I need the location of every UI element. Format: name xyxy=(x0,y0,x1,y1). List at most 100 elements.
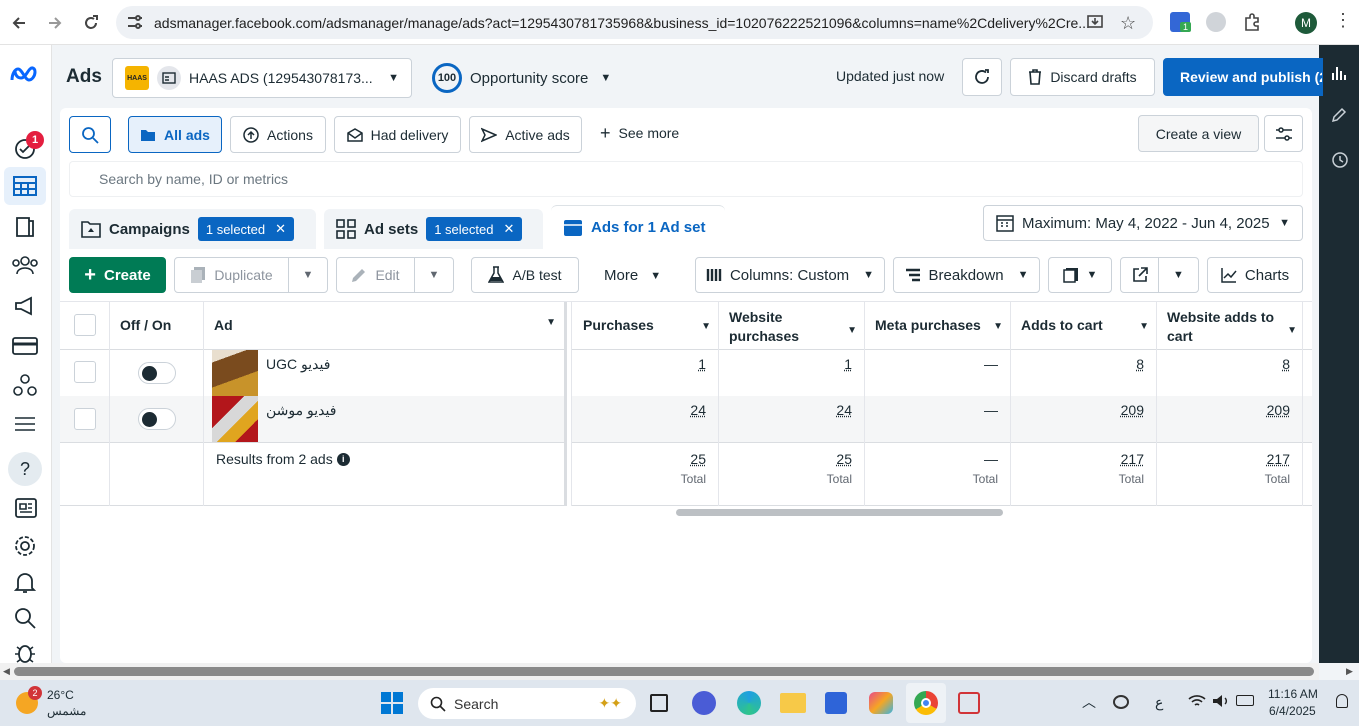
reload-icon[interactable] xyxy=(80,12,102,34)
duplicate-dropdown[interactable]: ▼ xyxy=(288,257,328,293)
notification-bell-icon[interactable] xyxy=(1336,694,1348,708)
ad-thumbnail[interactable] xyxy=(212,396,258,442)
edge-browser-icon[interactable] xyxy=(737,691,761,715)
campaigns-selected-badge[interactable]: 1 selected ✕ xyxy=(197,217,295,241)
meta-logo-icon[interactable] xyxy=(9,65,41,85)
search-icon[interactable] xyxy=(14,607,36,629)
bookmark-star-icon[interactable]: ☆ xyxy=(1120,13,1136,34)
windows-start-icon[interactable] xyxy=(381,692,403,714)
clock-time[interactable]: 11:16 AM xyxy=(1268,687,1318,701)
total-website-purchases[interactable]: 25 xyxy=(718,451,864,467)
account-overview-icon[interactable]: 1 xyxy=(13,131,44,161)
audiences-icon[interactable] xyxy=(11,255,39,275)
extension-icon[interactable]: 1 xyxy=(1170,12,1192,32)
ab-test-button[interactable]: A/B test xyxy=(471,257,579,293)
header-meta-purchases[interactable]: Meta purchases ▼ xyxy=(875,317,1003,333)
table-horizontal-scrollbar[interactable] xyxy=(676,509,1003,516)
info-icon[interactable]: i xyxy=(336,452,350,466)
actions-filter[interactable]: Actions xyxy=(230,116,326,153)
active-ads-filter[interactable]: Active ads xyxy=(469,116,582,153)
had-delivery-filter[interactable]: Had delivery xyxy=(334,116,461,153)
back-icon[interactable] xyxy=(8,12,30,34)
scroll-left-arrow-icon[interactable]: ◀ xyxy=(3,666,10,677)
advertising-megaphone-icon[interactable] xyxy=(13,295,37,317)
notifications-bell-icon[interactable] xyxy=(14,571,36,595)
search-toggle-button[interactable] xyxy=(69,116,111,153)
adsets-selected-badge[interactable]: 1 selected ✕ xyxy=(426,217,523,241)
charts-button[interactable]: Charts xyxy=(1207,257,1303,293)
snipping-tool-icon[interactable] xyxy=(958,692,980,714)
more-button[interactable]: More ▼ xyxy=(604,267,661,284)
create-button[interactable]: + Create xyxy=(69,257,166,293)
campaigns-nav-item[interactable] xyxy=(4,167,46,205)
site-info-icon[interactable] xyxy=(126,14,144,30)
see-more-filters[interactable]: + See more xyxy=(600,124,679,142)
page-horizontal-scrollbar[interactable]: ◀ ▶ xyxy=(0,663,1353,680)
chrome-taskbar-item[interactable] xyxy=(906,683,946,723)
export-button[interactable] xyxy=(1120,257,1159,293)
weather-widget[interactable]: 2 26°C مشمس xyxy=(14,686,104,720)
ad-status-toggle[interactable] xyxy=(138,362,176,384)
reports-icon[interactable] xyxy=(13,215,37,239)
breakdown-button[interactable]: Breakdown ▼ xyxy=(893,257,1040,293)
link-extension-icon[interactable] xyxy=(1206,12,1226,32)
export-dropdown[interactable]: ▼ xyxy=(1158,257,1199,293)
search-input[interactable]: Search by name, ID or metrics xyxy=(69,161,1303,197)
view-settings-button[interactable] xyxy=(1264,115,1303,152)
help-icon[interactable]: ? xyxy=(8,452,42,486)
settings-gear-icon[interactable] xyxy=(13,534,37,558)
volume-icon[interactable] xyxy=(1212,694,1230,711)
profile-avatar[interactable]: M xyxy=(1295,12,1317,34)
ad-status-toggle[interactable] xyxy=(138,408,176,430)
row2-website-purchases[interactable]: 24 xyxy=(718,402,864,418)
all-tools-menu-icon[interactable] xyxy=(15,415,35,433)
total-purchases[interactable]: 25 xyxy=(572,451,718,467)
wifi-icon[interactable] xyxy=(1188,694,1206,711)
all-ads-filter[interactable]: All ads xyxy=(128,116,222,153)
show-hidden-icons-chevron[interactable]: ︿ xyxy=(1082,692,1096,712)
clear-selection-icon[interactable]: ✕ xyxy=(503,221,514,237)
header-adds-to-cart[interactable]: Adds to cart ▼ xyxy=(1021,317,1149,333)
review-publish-button[interactable]: Review and publish (2 xyxy=(1163,58,1323,96)
file-explorer-icon[interactable] xyxy=(780,693,806,713)
opportunity-score-button[interactable]: 100 Opportunity score ▼ xyxy=(432,63,611,93)
language-indicator[interactable]: ع xyxy=(1155,694,1163,711)
discard-drafts-button[interactable]: Discard drafts xyxy=(1010,58,1155,96)
forward-icon[interactable] xyxy=(44,12,66,34)
ad-name-link[interactable]: فيديو موشن xyxy=(266,402,336,419)
tab-ad-sets[interactable]: Ad sets 1 selected ✕ xyxy=(324,209,543,249)
row2-website-adds[interactable]: 209 xyxy=(1156,402,1302,418)
task-view-icon[interactable] xyxy=(650,694,668,712)
edit-pencil-icon[interactable] xyxy=(1331,107,1347,123)
clear-selection-icon[interactable]: ✕ xyxy=(275,221,286,237)
copilot-chat-icon[interactable] xyxy=(692,691,716,715)
total-adds-to-cart[interactable]: 217 xyxy=(1010,451,1156,467)
total-website-adds[interactable]: 217 xyxy=(1156,451,1302,467)
ad-name-link[interactable]: UGC فيديو xyxy=(266,356,330,373)
billing-card-icon[interactable] xyxy=(12,336,38,356)
edit-button[interactable]: Edit xyxy=(336,257,415,293)
store-icon[interactable] xyxy=(825,692,847,714)
copilot-app-icon[interactable] xyxy=(869,692,893,714)
refresh-button[interactable] xyxy=(962,58,1002,96)
report-bug-icon[interactable] xyxy=(14,642,36,664)
row2-purchases[interactable]: 24 xyxy=(572,402,718,418)
row1-website-adds[interactable]: 8 xyxy=(1156,356,1302,372)
tray-app-icon[interactable] xyxy=(1113,695,1129,709)
scroll-right-arrow-icon[interactable]: ▶ xyxy=(1346,666,1353,677)
ad-thumbnail[interactable] xyxy=(212,350,258,396)
row-checkbox[interactable] xyxy=(74,361,96,383)
columns-button[interactable]: Columns: Custom ▼ xyxy=(695,257,885,293)
row2-adds-to-cart[interactable]: 209 xyxy=(1010,402,1156,418)
duplicate-button[interactable]: Duplicate xyxy=(174,257,289,293)
scrollbar-thumb[interactable] xyxy=(14,667,1314,676)
header-website-adds-to-cart[interactable]: Website adds to cart ▼ xyxy=(1167,308,1297,346)
reports-button[interactable]: ▼ xyxy=(1048,257,1112,293)
puzzle-extensions-icon[interactable] xyxy=(1242,12,1262,32)
history-clock-icon[interactable] xyxy=(1331,151,1349,169)
browser-menu-icon[interactable]: ⋮ xyxy=(1334,10,1352,31)
row1-purchases[interactable]: 1 xyxy=(572,356,718,372)
row1-website-purchases[interactable]: 1 xyxy=(718,356,864,372)
tab-campaigns[interactable]: Campaigns 1 selected ✕ xyxy=(69,209,316,249)
tab-ads[interactable]: Ads for 1 Ad set xyxy=(551,205,725,249)
